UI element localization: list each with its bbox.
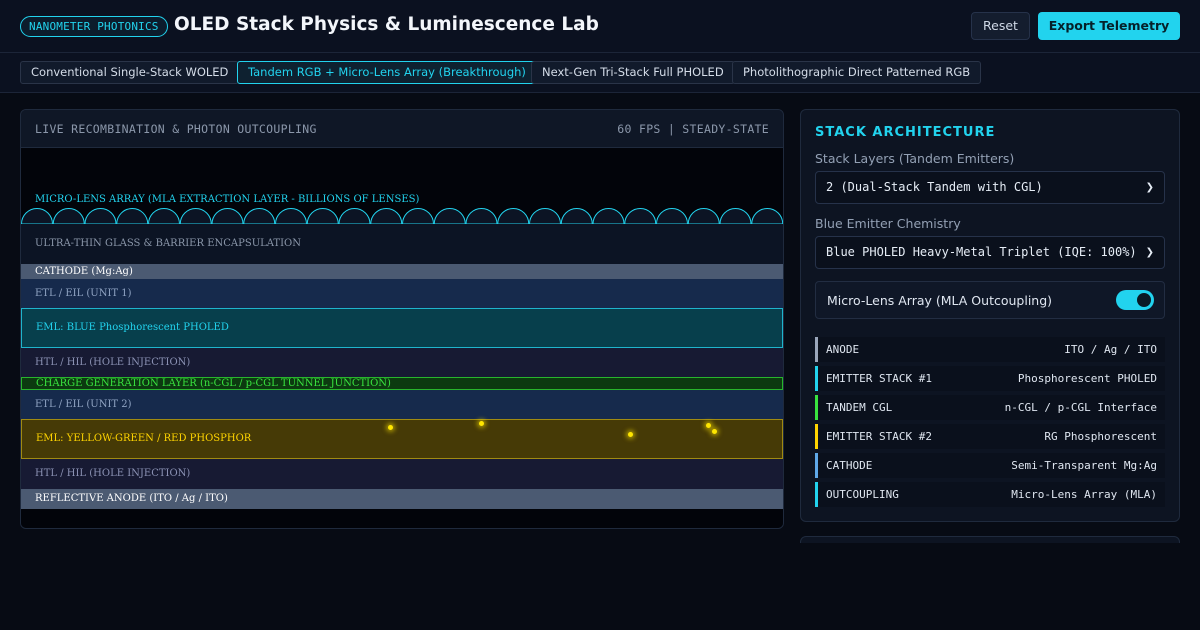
reset-button[interactable]: Reset [971, 12, 1030, 40]
stack-summary-row: TANDEM CGL n-CGL / p-CGL Interface [815, 395, 1165, 420]
layer-charge-generation: CHARGE GENERATION LAYER (n-CGL / p-CGL T… [21, 377, 783, 390]
blue-chemistry-value: Blue PHOLED Heavy-Metal Triplet (IQE: 10… [826, 245, 1137, 259]
micro-lens [655, 208, 689, 224]
stack-row-value: n-CGL / p-CGL Interface [1004, 401, 1157, 414]
toggle-knob [1137, 293, 1151, 307]
micro-lens [306, 208, 339, 224]
micro-lens [592, 208, 625, 224]
tab-photolithographic-rgb[interactable]: Photolithographic Direct Patterned RGB [732, 61, 982, 84]
simulation-status: 60 FPS | STEADY-STATE [617, 122, 769, 136]
brand-badge: NANOMETER PHOTONICS [20, 16, 168, 37]
micro-lens [401, 208, 435, 224]
layer-eml-blue: EML: BLUE Phosphorescent PHOLED [21, 308, 783, 348]
oled-stack-canvas: MICRO-LENS ARRAY (MLA EXTRACTION LAYER -… [21, 148, 783, 528]
layer-encapsulation: ULTRA-THIN GLASS & BARRIER ENCAPSULATION [21, 224, 783, 264]
micro-lens [116, 208, 149, 224]
micro-lens [687, 208, 720, 224]
stack-row-key: OUTCOUPLING [826, 488, 899, 501]
mla-toggle-label: Micro-Lens Array (MLA Outcoupling) [827, 293, 1053, 308]
simulation-title: LIVE RECOMBINATION & PHOTON OUTCOUPLING [35, 122, 317, 136]
micro-lens [211, 208, 244, 224]
mla-layer-label: MICRO-LENS ARRAY (MLA EXTRACTION LAYER -… [35, 194, 420, 205]
blue-chemistry-select[interactable]: Blue PHOLED Heavy-Metal Triplet (IQE: 10… [815, 236, 1165, 269]
micro-lens [274, 208, 308, 224]
layer-cathode: CATHODE (Mg:Ag) [21, 264, 783, 279]
page-background [0, 543, 1200, 630]
photon-particle [628, 432, 633, 437]
micro-lens [560, 208, 593, 224]
micro-lens [21, 208, 54, 224]
simulation-header: LIVE RECOMBINATION & PHOTON OUTCOUPLING … [21, 110, 783, 148]
stack-row-value: Semi-Transparent Mg:Ag [1011, 459, 1157, 472]
preset-tabs: Conventional Single-Stack WOLED Tandem R… [0, 53, 1200, 93]
stack-layers-select[interactable]: 2 (Dual-Stack Tandem with CGL) ❯ [815, 171, 1165, 204]
tab-tri-stack-pholed[interactable]: Next-Gen Tri-Stack Full PHOLED [531, 61, 735, 84]
panel-title: STACK ARCHITECTURE [815, 125, 996, 140]
micro-lens-array [21, 208, 783, 224]
chevron-down-icon: ❯ [1145, 182, 1154, 193]
tab-tandem-rgb-mla[interactable]: Tandem RGB + Micro-Lens Array (Breakthro… [237, 61, 537, 84]
tab-conventional-woled[interactable]: Conventional Single-Stack WOLED [20, 61, 240, 84]
micro-lens [719, 208, 752, 224]
micro-lens [751, 208, 783, 224]
layer-eml-yellow-green-red: EML: YELLOW-GREEN / RED PHOSPHOR [21, 419, 783, 459]
micro-lens [338, 208, 371, 224]
stack-row-key: CATHODE [826, 459, 873, 472]
micro-lens [243, 208, 276, 224]
micro-lens [465, 208, 498, 224]
chevron-down-icon: ❯ [1145, 247, 1154, 258]
layer-etl-unit-2: ETL / EIL (UNIT 2) [21, 390, 783, 419]
micro-lens [497, 208, 530, 224]
stack-summary-row: CATHODE Semi-Transparent Mg:Ag [815, 453, 1165, 478]
stack-architecture-panel: STACK ARCHITECTURE Stack Layers (Tandem … [800, 109, 1180, 522]
micro-lens [433, 208, 466, 224]
stack-layers-label: Stack Layers (Tandem Emitters) [815, 151, 1015, 166]
app-header: NANOMETER PHOTONICS OLED Stack Physics &… [0, 0, 1200, 53]
blue-chemistry-label: Blue Emitter Chemistry [815, 216, 961, 231]
micro-lens [84, 208, 117, 224]
micro-lens [528, 208, 562, 224]
stack-row-value: Phosphorescent PHOLED [1017, 372, 1157, 385]
page-title: OLED Stack Physics & Luminescence Lab [174, 14, 599, 35]
stack-row-key: EMITTER STACK #1 [826, 372, 932, 385]
stack-layers-value: 2 (Dual-Stack Tandem with CGL) [826, 180, 1043, 194]
mla-toggle-row: Micro-Lens Array (MLA Outcoupling) [815, 281, 1165, 319]
layer-reflective-anode: REFLECTIVE ANODE (ITO / Ag / ITO) [21, 489, 783, 509]
stack-summary-row: EMITTER STACK #1 Phosphorescent PHOLED [815, 366, 1165, 391]
photon-particle [706, 423, 711, 428]
micro-lens [52, 208, 85, 224]
photon-particle [479, 421, 484, 426]
layer-htl-unit-2: HTL / HIL (HOLE INJECTION) [21, 459, 783, 489]
stack-summary-row: EMITTER STACK #2 RG Phosphorescent [815, 424, 1165, 449]
simulation-panel: LIVE RECOMBINATION & PHOTON OUTCOUPLING … [20, 109, 784, 529]
micro-lens [370, 208, 403, 224]
stack-row-value: ITO / Ag / ITO [1064, 343, 1157, 356]
micro-lens [179, 208, 212, 224]
mla-toggle-switch[interactable] [1116, 290, 1154, 310]
stack-row-key: ANODE [826, 343, 860, 356]
layer-etl-unit-1: ETL / EIL (UNIT 1) [21, 279, 783, 308]
micro-lens [147, 208, 181, 224]
layer-htl-unit-1: HTL / HIL (HOLE INJECTION) [21, 348, 783, 377]
stack-row-value: RG Phosphorescent [1044, 430, 1157, 443]
micro-lens [624, 208, 657, 224]
stack-row-key: TANDEM CGL [826, 401, 893, 414]
photon-particle [388, 425, 393, 430]
photon-particle [712, 429, 717, 434]
stack-row-key: EMITTER STACK #2 [826, 430, 932, 443]
stack-summary-row: OUTCOUPLING Micro-Lens Array (MLA) [815, 482, 1165, 507]
stack-summary-row: ANODE ITO / Ag / ITO [815, 337, 1165, 362]
stack-row-value: Micro-Lens Array (MLA) [1011, 488, 1157, 501]
export-telemetry-button[interactable]: Export Telemetry [1038, 12, 1180, 40]
